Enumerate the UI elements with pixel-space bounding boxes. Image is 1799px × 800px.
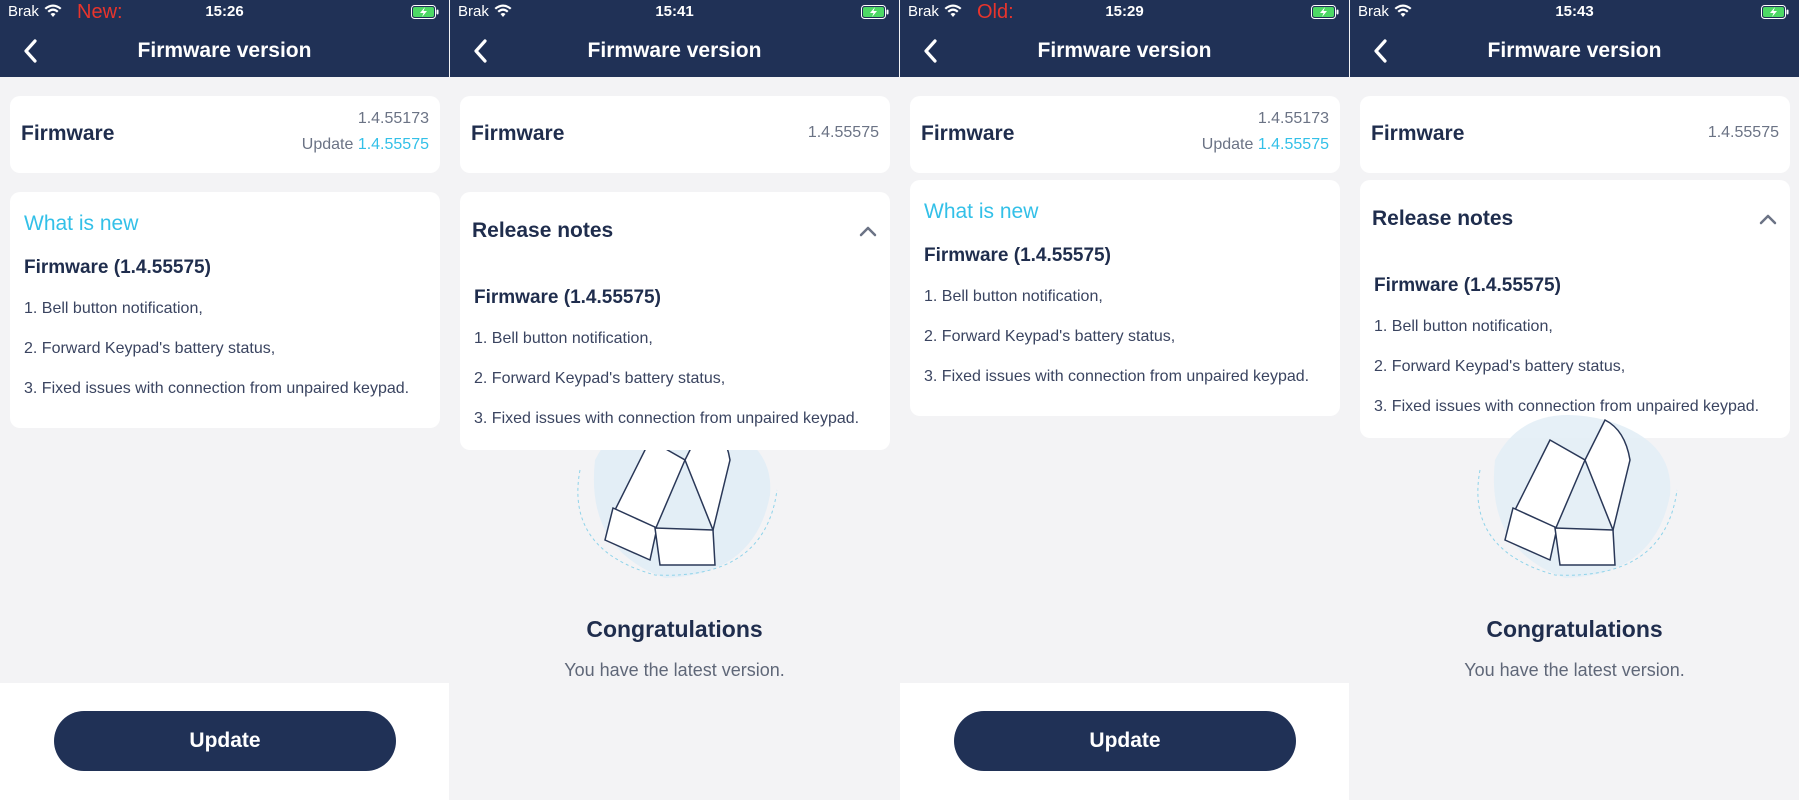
firmware-version-heading: Firmware (1.4.55575) [924, 245, 1111, 266]
what-is-new-heading: What is new [924, 200, 1039, 223]
bottom-bar: Update [900, 683, 1349, 800]
firmware-version-heading: Firmware (1.4.55575) [24, 257, 211, 278]
note-item: 1. Bell button notification, [24, 300, 203, 317]
top-bar: Brak New: 15:26 Firmware version [0, 0, 449, 77]
chevron-up-icon[interactable] [858, 224, 878, 238]
note-item: 3. Fixed issues with connection from unp… [24, 380, 410, 397]
screen-new-update: Brak New: 15:26 Firmware version Firmwar… [0, 0, 449, 800]
screen-old-update: Brak Old: 15:29 Firmware version Firmwar… [900, 0, 1349, 800]
battery-charging-icon [1311, 5, 1339, 19]
update-button[interactable]: Update [954, 711, 1296, 771]
top-bar: Brak 15:41 Firmware version [450, 0, 899, 77]
what-is-new-card: What is new Firmware (1.4.55575) 1. Bell… [10, 192, 440, 428]
current-version: 1.4.55173 [1257, 110, 1329, 127]
note-item: 3. Fixed issues with connection from unp… [924, 368, 1310, 385]
note-item: 1. Bell button notification, [1374, 318, 1553, 335]
clock: 15:29 [1105, 3, 1144, 20]
top-bar: Brak Old: 15:29 Firmware version [900, 0, 1349, 77]
screen-old-latest: Brak 15:43 Firmware version Firmware 1.4… [1350, 0, 1799, 800]
battery-charging-icon [411, 5, 439, 19]
nav-row: Firmware version [0, 30, 449, 72]
congrats-title: Congratulations [1486, 616, 1663, 642]
nav-row: Firmware version [450, 30, 899, 72]
firmware-label: Firmware [1371, 122, 1465, 145]
clock: 15:43 [1555, 3, 1594, 20]
chevron-up-icon[interactable] [1758, 212, 1778, 226]
status-bar: Brak 15:43 [1350, 0, 1799, 26]
release-notes-card: Release notes Firmware (1.4.55575) 1. Be… [460, 192, 890, 450]
what-is-new-heading: What is new [24, 212, 139, 235]
what-is-new-card: What is new Firmware (1.4.55575) 1. Bell… [910, 180, 1340, 416]
update-version-link[interactable]: 1.4.55575 [1258, 136, 1329, 153]
update-button[interactable]: Update [54, 711, 396, 771]
nav-row: Firmware version [900, 30, 1349, 72]
update-version-line: Update 1.4.55575 [302, 136, 429, 154]
battery-charging-icon [861, 5, 889, 19]
page-title: Firmware version [137, 39, 312, 62]
current-version: 1.4.55575 [1707, 124, 1779, 141]
note-item: 3. Fixed issues with connection from unp… [474, 410, 860, 427]
nav-row: Firmware version [1350, 30, 1799, 72]
note-item: 2. Forward Keypad's battery status, [924, 328, 1176, 345]
status-bar: Brak New: 15:26 [0, 0, 449, 26]
firmware-version-heading: Firmware (1.4.55575) [474, 287, 661, 308]
note-item: 2. Forward Keypad's battery status, [24, 340, 276, 357]
firmware-label: Firmware [471, 122, 565, 145]
page-title: Firmware version [1487, 39, 1662, 62]
firmware-card: Firmware 1.4.55575 [460, 96, 890, 173]
top-bar: Brak 15:43 Firmware version [1350, 0, 1799, 77]
note-item: 2. Forward Keypad's battery status, [474, 370, 726, 387]
clock: 15:26 [205, 3, 244, 20]
current-version: 1.4.55173 [357, 110, 429, 127]
clock: 15:41 [655, 3, 694, 20]
page-title: Firmware version [587, 39, 762, 62]
release-notes-heading[interactable]: Release notes [472, 219, 613, 243]
firmware-label: Firmware [21, 122, 115, 145]
firmware-card: Firmware 1.4.55173 Update 1.4.55575 [10, 96, 440, 173]
status-bar: Brak Old: 15:29 [900, 0, 1349, 26]
firmware-card: Firmware 1.4.55575 [1360, 96, 1790, 173]
congrats-title: Congratulations [586, 616, 763, 642]
congrats-subtitle: You have the latest version. [1464, 660, 1685, 680]
screen-new-latest: Brak 15:41 Firmware version Firmware 1.4… [450, 0, 899, 800]
note-item: 2. Forward Keypad's battery status, [1374, 358, 1626, 375]
firmware-version-heading: Firmware (1.4.55575) [1374, 275, 1561, 296]
bottom-bar: Update [0, 683, 449, 800]
release-notes-heading[interactable]: Release notes [1372, 207, 1513, 231]
firmware-card: Firmware 1.4.55173 Update 1.4.55575 [910, 96, 1340, 173]
note-item: 1. Bell button notification, [924, 288, 1103, 305]
firmware-label: Firmware [921, 122, 1015, 145]
update-prefix: Update [1201, 136, 1254, 153]
congrats-subtitle: You have the latest version. [564, 660, 785, 680]
page-title: Firmware version [1037, 39, 1212, 62]
update-version-line: Update 1.4.55575 [1202, 136, 1329, 154]
battery-charging-icon [1761, 5, 1789, 19]
update-version-link[interactable]: 1.4.55575 [358, 136, 429, 153]
high-five-illustration [1477, 415, 1678, 578]
status-bar: Brak 15:41 [450, 0, 899, 26]
current-version: 1.4.55575 [807, 124, 879, 141]
note-item: 1. Bell button notification, [474, 330, 653, 347]
update-prefix: Update [301, 136, 354, 153]
